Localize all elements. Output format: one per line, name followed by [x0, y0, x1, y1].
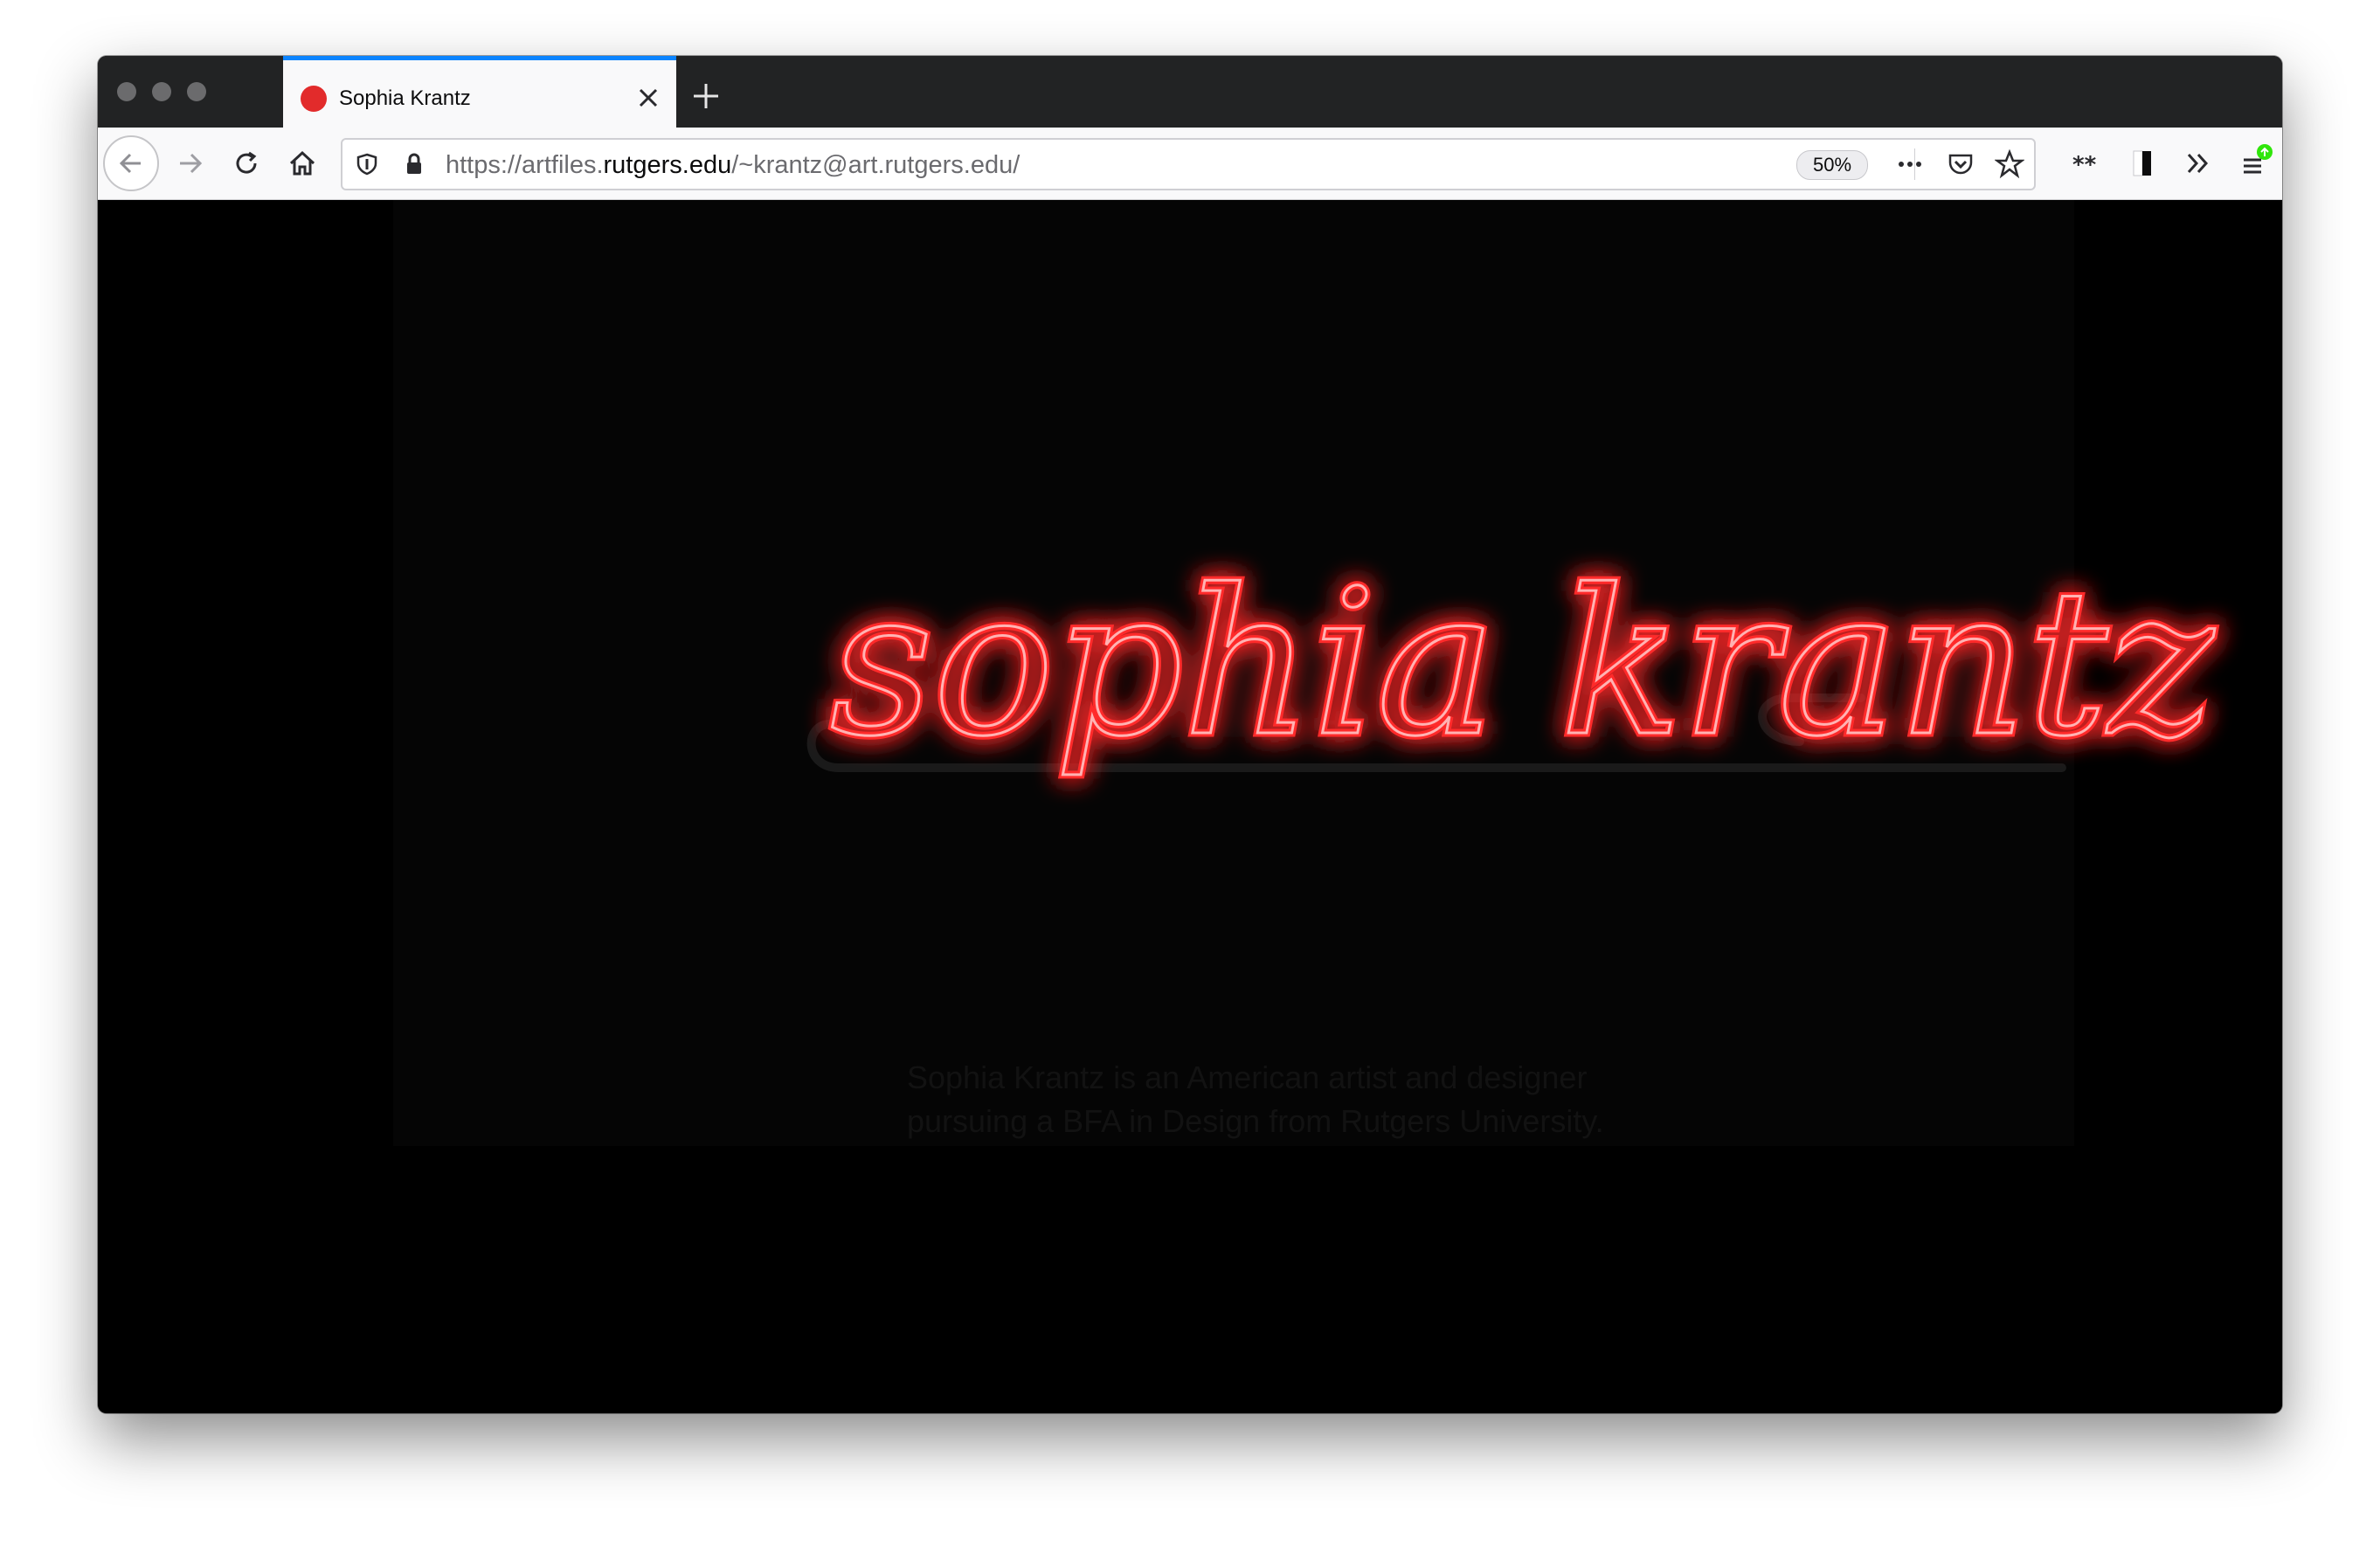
- back-button[interactable]: [103, 135, 159, 191]
- shield-icon[interactable]: [349, 147, 384, 182]
- active-tab[interactable]: Sophia Krantz: [283, 56, 676, 128]
- svg-text:**: **: [2072, 152, 2097, 178]
- reader-mode-icon[interactable]: [2121, 142, 2163, 184]
- tab-accent-line: [283, 56, 676, 60]
- bio-line: pursuing a BFA in Design from Rutgers Un…: [907, 1103, 1604, 1139]
- reload-icon[interactable]: [218, 135, 274, 191]
- nav-toolbar: https://artfiles.rutgers.edu/~krantz@art…: [98, 128, 2282, 200]
- new-tab-icon[interactable]: [685, 75, 727, 117]
- neon-logo: sophia krantz sophia krantz: [806, 544, 2219, 868]
- close-tab-icon[interactable]: [633, 82, 664, 114]
- favicon-icon: [301, 86, 327, 112]
- bookmark-star-icon[interactable]: [1992, 147, 2027, 182]
- overflow-icon[interactable]: [2177, 142, 2219, 184]
- forward-icon[interactable]: [163, 135, 218, 191]
- url-prefix: https://artfiles.: [446, 151, 604, 179]
- maximize-window-button[interactable]: [187, 82, 206, 101]
- page-actions-icon[interactable]: [1892, 147, 1927, 182]
- tab-strip: Sophia Krantz: [98, 56, 2282, 128]
- tab-title: Sophia Krantz: [339, 86, 471, 110]
- url-text[interactable]: https://artfiles.rutgers.edu/~krantz@art…: [446, 151, 1020, 180]
- url-path: /~krantz@art.rutgers.edu/: [731, 151, 1020, 179]
- url-bar[interactable]: https://artfiles.rutgers.edu/~krantz@art…: [341, 138, 2036, 190]
- minimize-window-button[interactable]: [152, 82, 171, 101]
- neon-logo-core: sophia krantz: [830, 548, 2216, 781]
- menu-icon[interactable]: [2233, 142, 2275, 184]
- extension-icon[interactable]: **: [2064, 142, 2106, 184]
- close-window-button[interactable]: [117, 82, 136, 101]
- browser-window: Sophia Krantz https://artfiles.rutgers.e…: [98, 56, 2282, 1413]
- zoom-level-button[interactable]: 50%: [1796, 150, 1868, 180]
- bio-line: Sophia Krantz is an American artist and …: [907, 1059, 1588, 1095]
- url-host: rutgers.edu: [603, 151, 732, 179]
- lock-icon[interactable]: [397, 147, 432, 182]
- bio-text: Sophia Krantz is an American artist and …: [907, 1056, 1658, 1143]
- content-panel: sophia krantz sophia krantz Sophia Krant…: [393, 200, 2219, 1146]
- back-icon: [103, 135, 159, 191]
- home-icon[interactable]: [274, 135, 330, 191]
- pocket-icon[interactable]: [1943, 147, 1978, 182]
- page-content: sophia krantz sophia krantz Sophia Krant…: [98, 200, 2282, 1413]
